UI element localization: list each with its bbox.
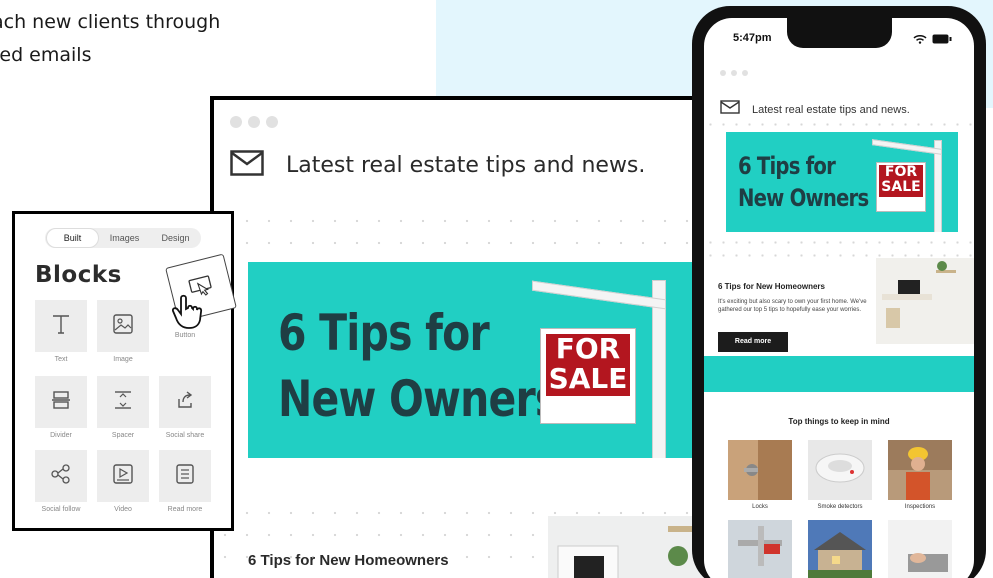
phone-preview: 5:47pm Latest real estate tips and news.… <box>692 6 986 578</box>
banner-title: 6 Tips for New Owners <box>278 300 559 432</box>
thing-image-laptop <box>888 520 952 578</box>
banner-line-1: 6 Tips for <box>278 304 490 362</box>
article-body: It's exciting but also scary to own your… <box>718 299 867 313</box>
window-dot <box>230 116 242 128</box>
read-more-icon <box>176 463 194 489</box>
for-sale-sign: FOR SALE <box>532 280 702 458</box>
thing-image-plumbing <box>728 520 792 578</box>
block-label: Image <box>113 356 133 363</box>
dot-grid <box>214 210 726 260</box>
banner-line-1: 6 Tips for <box>738 152 836 180</box>
block-label: Divider <box>50 432 72 439</box>
read-more-button[interactable]: Read more <box>718 332 788 352</box>
social-follow-icon <box>51 463 71 489</box>
banner-line-2: New Owners <box>738 184 869 212</box>
sign-text-for: FOR <box>555 332 621 365</box>
desktop-email-preview: Latest real estate tips and news. 6 Tips… <box>210 96 730 578</box>
block-text[interactable] <box>35 300 87 352</box>
email-header-title: Latest real estate tips and news. <box>286 153 646 178</box>
thing-label: Locks <box>752 504 768 510</box>
email-hero-banner: 6 Tips for New Owners FOR SALE <box>248 262 726 458</box>
phone-notch <box>787 18 892 48</box>
battery-icon <box>932 31 952 49</box>
image-icon <box>113 313 133 339</box>
tab-design[interactable]: Design <box>150 229 201 247</box>
block-social-share[interactable] <box>159 376 211 428</box>
hero-line-1: ach new clients through <box>0 11 221 33</box>
email-header-title: Latest real estate tips and news. <box>752 103 910 116</box>
window-dot <box>720 70 726 76</box>
window-controls <box>230 116 278 128</box>
window-dot <box>266 116 278 128</box>
window-dot <box>731 70 737 76</box>
divider-icon <box>51 390 71 415</box>
block-label: Text <box>54 356 68 363</box>
thing-image-smoke-detectors <box>808 440 872 500</box>
hero-line-2: red emails <box>0 44 92 66</box>
block-video[interactable] <box>97 450 149 502</box>
thing-label: Smoke detectors <box>817 504 863 510</box>
status-time: 5:47pm <box>733 32 772 44</box>
window-dot <box>248 116 260 128</box>
thing-label: Inspections <box>904 504 936 510</box>
for-sale-sign: FOR SALE <box>872 139 958 232</box>
phone-screen: 5:47pm Latest real estate tips and news.… <box>704 18 974 578</box>
builder-tabs: Built Images Design <box>45 228 201 248</box>
thing-image-locks <box>728 440 792 500</box>
article-title: 6 Tips for New Homeowners <box>248 552 449 569</box>
blocks-title: Blocks <box>35 262 122 288</box>
block-label: Read more <box>167 506 203 513</box>
sign-text-sale: SALE <box>881 179 921 195</box>
tab-built[interactable]: Built <box>46 228 99 248</box>
email-header: Latest real estate tips and news. <box>720 100 910 119</box>
block-spacer[interactable] <box>97 376 149 428</box>
text-icon <box>51 313 71 340</box>
sign-text-sale: SALE <box>548 362 628 395</box>
block-label: Social share <box>165 432 205 439</box>
banner-line-2: New Owners <box>278 370 559 428</box>
hand-cursor-icon <box>171 294 205 335</box>
wifi-icon <box>913 31 927 49</box>
email-header: Latest real estate tips and news. <box>230 150 645 181</box>
share-icon <box>175 390 195 415</box>
block-social-follow[interactable] <box>35 450 87 502</box>
spacer-icon <box>113 390 133 415</box>
block-label: Video <box>114 506 132 513</box>
hero-headline: ach new clients through red emails <box>0 6 220 72</box>
envelope-icon <box>720 100 740 119</box>
sign-text-for: FOR <box>884 164 918 180</box>
teal-band <box>704 356 974 392</box>
thing-image-house <box>808 520 872 578</box>
envelope-icon <box>230 150 264 181</box>
block-divider[interactable] <box>35 376 87 428</box>
article-title: 6 Tips for New Homeowners <box>718 282 825 291</box>
block-label: Social follow <box>41 506 81 513</box>
block-read-more[interactable] <box>159 450 211 502</box>
block-label: Spacer <box>111 432 135 439</box>
video-icon <box>113 463 133 489</box>
thing-image-inspections <box>888 440 952 500</box>
tab-images[interactable]: Images <box>99 229 150 247</box>
window-dot <box>742 70 748 76</box>
banner-title: 6 Tips for New Owners <box>738 150 869 214</box>
email-hero-banner: 6 Tips for New Owners FOR SALE <box>726 132 958 232</box>
section-title: Top things to keep in mind <box>788 417 890 426</box>
window-controls <box>720 70 748 76</box>
office-photo <box>876 258 974 344</box>
block-image[interactable] <box>97 300 149 352</box>
status-icons <box>913 31 952 49</box>
block-builder-panel: Built Images Design Blocks Text Image Bu… <box>12 211 237 531</box>
